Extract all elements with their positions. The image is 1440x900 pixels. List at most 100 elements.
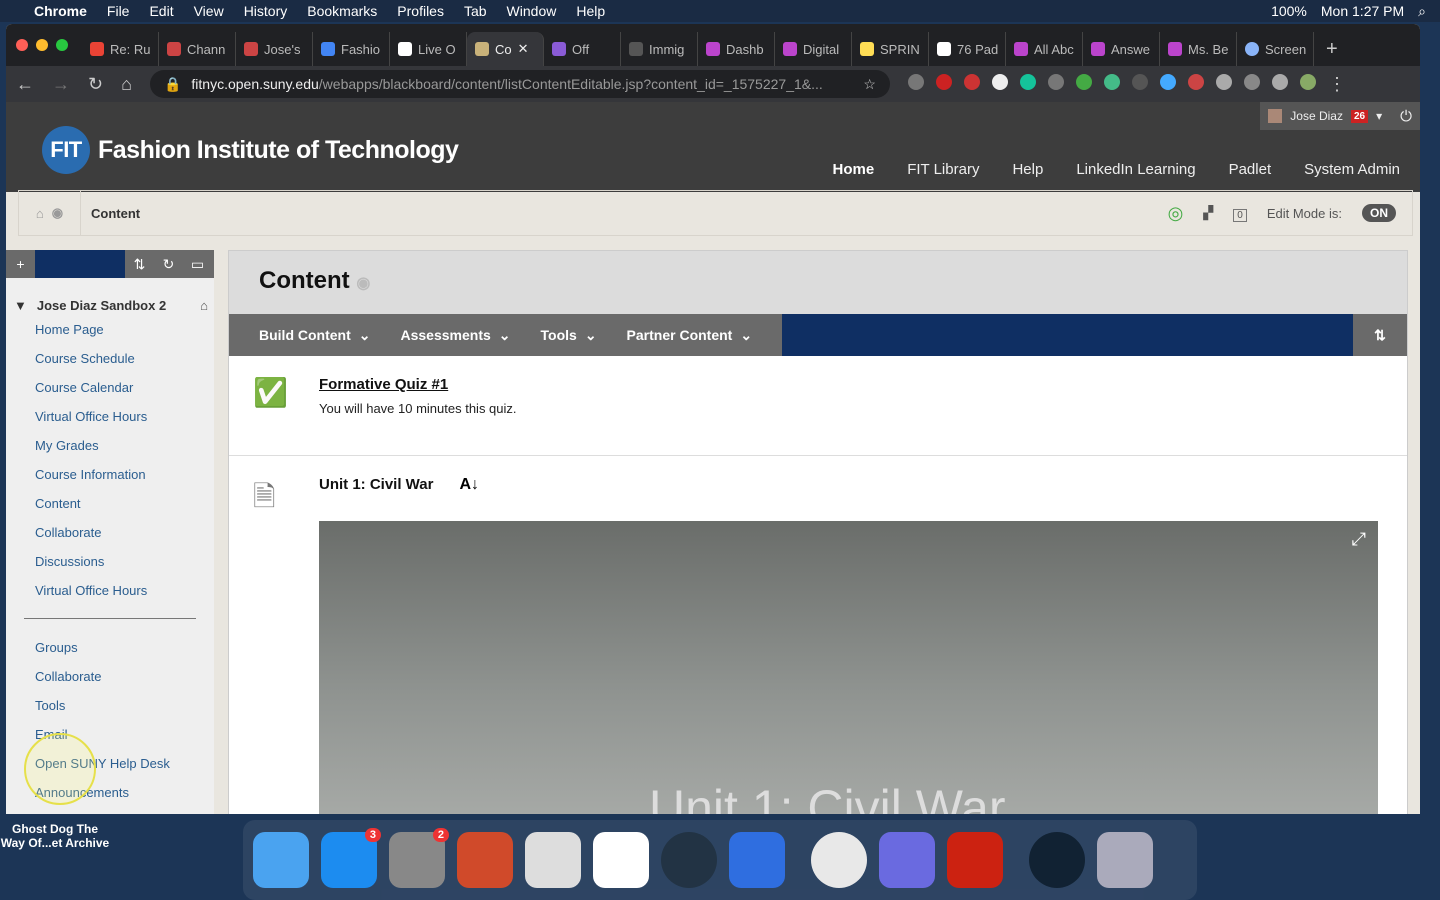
menu-view[interactable]: View <box>194 3 224 19</box>
extension-icon[interactable] <box>963 73 980 90</box>
extension-icon[interactable] <box>991 73 1008 90</box>
adblock-icon[interactable] <box>935 73 952 90</box>
browser-tab[interactable]: Fashio <box>313 32 390 66</box>
browser-tab[interactable]: Screen <box>1237 32 1314 66</box>
close-tab-icon[interactable]: ✕ <box>518 41 529 57</box>
zoom-window-button[interactable] <box>56 39 68 51</box>
screen-recorder-icon[interactable] <box>661 832 717 888</box>
recorder-icon[interactable] <box>1029 832 1085 888</box>
sidebar-item-virtual-office-hours[interactable]: Virtual Office Hours <box>6 402 214 431</box>
clock[interactable]: Mon 1:27 PM <box>1321 3 1404 20</box>
sidebar-item-discussions[interactable]: Discussions <box>6 547 214 576</box>
browser-tab[interactable]: 76 Pad <box>929 32 1006 66</box>
url-input[interactable]: 🔒 fitnyc.open.suny.edu/webapps/blackboar… <box>149 70 890 98</box>
browser-tab-active[interactable]: Co ✕ <box>467 32 544 66</box>
browser-tab[interactable]: Jose's <box>236 32 313 66</box>
back-icon[interactable]: ← <box>16 74 34 95</box>
user-menu[interactable]: Jose Diaz 26 ▾ ⏻ <box>1260 102 1420 130</box>
student-preview-icon[interactable]: ◎ <box>1168 203 1184 224</box>
add-menu-item-button[interactable]: + <box>6 250 35 278</box>
folder-view-icon[interactable]: ▭ <box>183 250 212 278</box>
browser-tab[interactable]: Off <box>544 32 621 66</box>
docs-icon[interactable] <box>729 832 785 888</box>
close-window-button[interactable] <box>16 39 28 51</box>
extension-icon[interactable] <box>1103 73 1120 90</box>
browser-tab[interactable]: Digital <box>775 32 852 66</box>
slack-icon[interactable] <box>593 832 649 888</box>
sidebar-item-virtual-office-hours-2[interactable]: Virtual Office Hours <box>6 576 214 605</box>
sidebar-item-course-calendar[interactable]: Course Calendar <box>6 373 214 402</box>
course-home-icon[interactable]: ⌂ <box>200 298 208 313</box>
browser-tab[interactable]: Immig <box>621 32 698 66</box>
browser-tab[interactable]: All Abc <box>1006 32 1083 66</box>
extension-icon[interactable] <box>1215 73 1232 90</box>
sidebar-item-course-information[interactable]: Course Information <box>6 460 214 489</box>
menu-tab[interactable]: Tab <box>464 3 487 19</box>
sidebar-item-home-page[interactable]: Home Page <box>6 315 214 344</box>
sidebar-item-content[interactable]: Content <box>6 489 214 518</box>
battery-level[interactable]: 100% <box>1271 3 1307 20</box>
search-icon[interactable]: ⌕ <box>1418 3 1426 20</box>
nav-home[interactable]: Home <box>833 161 875 178</box>
nav-fit-library[interactable]: FIT Library <box>907 161 979 178</box>
menu-profiles[interactable]: Profiles <box>397 3 444 19</box>
sidebar-item-my-grades[interactable]: My Grades <box>6 431 214 460</box>
kebab-menu-icon[interactable]: ⋮ <box>1328 74 1346 95</box>
menu-window[interactable]: Window <box>507 3 557 19</box>
nav-linkedin-learning[interactable]: LinkedIn Learning <box>1076 161 1195 178</box>
item-title[interactable]: Unit 1: Civil War <box>319 476 433 518</box>
sidebar-item-groups[interactable]: Groups <box>6 633 214 662</box>
sidebar-item-tools[interactable]: Tools <box>6 691 214 720</box>
expand-icon[interactable]: ⤢ <box>1352 529 1366 550</box>
reload-icon[interactable]: ↻ <box>88 74 103 95</box>
settings-app-icon[interactable] <box>879 832 935 888</box>
bookmark-star-icon[interactable]: ☆ <box>863 76 876 93</box>
tools-button[interactable]: Tools ⌄ <box>525 314 612 356</box>
nav-padlet[interactable]: Padlet <box>1229 161 1272 178</box>
extension-icon[interactable] <box>1243 73 1260 90</box>
menu-history[interactable]: History <box>244 3 288 19</box>
roblox-icon[interactable] <box>525 832 581 888</box>
extension-icon[interactable] <box>907 73 924 90</box>
forward-icon[interactable]: → <box>52 74 70 95</box>
reorder-icon[interactable]: ⇅ <box>125 250 154 278</box>
trash-icon[interactable] <box>1097 832 1153 888</box>
build-content-button[interactable]: Build Content ⌄ <box>244 314 386 356</box>
chevron-down-icon[interactable]: ▾ <box>1376 109 1382 123</box>
system-preferences-icon[interactable]: 2 <box>389 828 449 888</box>
embedded-video[interactable]: ⤢ Unit 1: Civil War <box>319 521 1378 814</box>
assessments-button[interactable]: Assessments ⌄ <box>385 314 526 356</box>
chrome-icon[interactable] <box>811 832 867 888</box>
new-tab-button[interactable]: + <box>1326 38 1338 61</box>
browser-tab[interactable]: Chann <box>159 32 236 66</box>
fit-logo[interactable]: FIT Fashion Institute of Technology <box>42 126 459 174</box>
menu-bookmarks[interactable]: Bookmarks <box>307 3 377 19</box>
profile-avatar[interactable] <box>1299 73 1316 90</box>
browser-tab[interactable]: Ms. Be <box>1160 32 1237 66</box>
extension-icon[interactable] <box>1047 73 1064 90</box>
browser-tab[interactable]: Re: Ru <box>82 32 159 66</box>
extension-icon[interactable] <box>1187 73 1204 90</box>
refresh-icon[interactable]: ↻ <box>154 250 183 278</box>
collapse-icon[interactable]: ▼ <box>14 298 27 313</box>
desktop-file-label[interactable]: Ghost Dog The Way Of...et Archive <box>0 822 110 850</box>
browser-tab[interactable]: Answe <box>1083 32 1160 66</box>
browser-tab[interactable]: SPRIN <box>852 32 929 66</box>
extension-icon[interactable] <box>1131 73 1148 90</box>
minimize-window-button[interactable] <box>36 39 48 51</box>
adaptive-release-icon[interactable]: A↓ <box>459 476 479 518</box>
sidebar-item-collaborate-2[interactable]: Collaborate <box>6 662 214 691</box>
edit-mode-toggle[interactable]: ON <box>1362 204 1396 222</box>
home-icon[interactable]: ⌂ <box>121 74 132 95</box>
finder-icon[interactable] <box>253 832 309 888</box>
powerpoint-icon[interactable] <box>457 832 513 888</box>
chevron-down-icon[interactable]: ◉ <box>52 205 63 221</box>
home-icon[interactable]: ⌂ <box>36 206 44 221</box>
nav-help[interactable]: Help <box>1012 161 1043 178</box>
course-title[interactable]: ▼ Jose Diaz Sandbox 2 ⌂ <box>6 278 214 313</box>
puzzle-icon[interactable] <box>1271 73 1288 90</box>
unlock-icon[interactable]: 0 <box>1233 206 1247 222</box>
sidebar-item-collaborate[interactable]: Collaborate <box>6 518 214 547</box>
nav-system-admin[interactable]: System Admin <box>1304 161 1400 178</box>
acrobat-icon[interactable] <box>947 832 1003 888</box>
